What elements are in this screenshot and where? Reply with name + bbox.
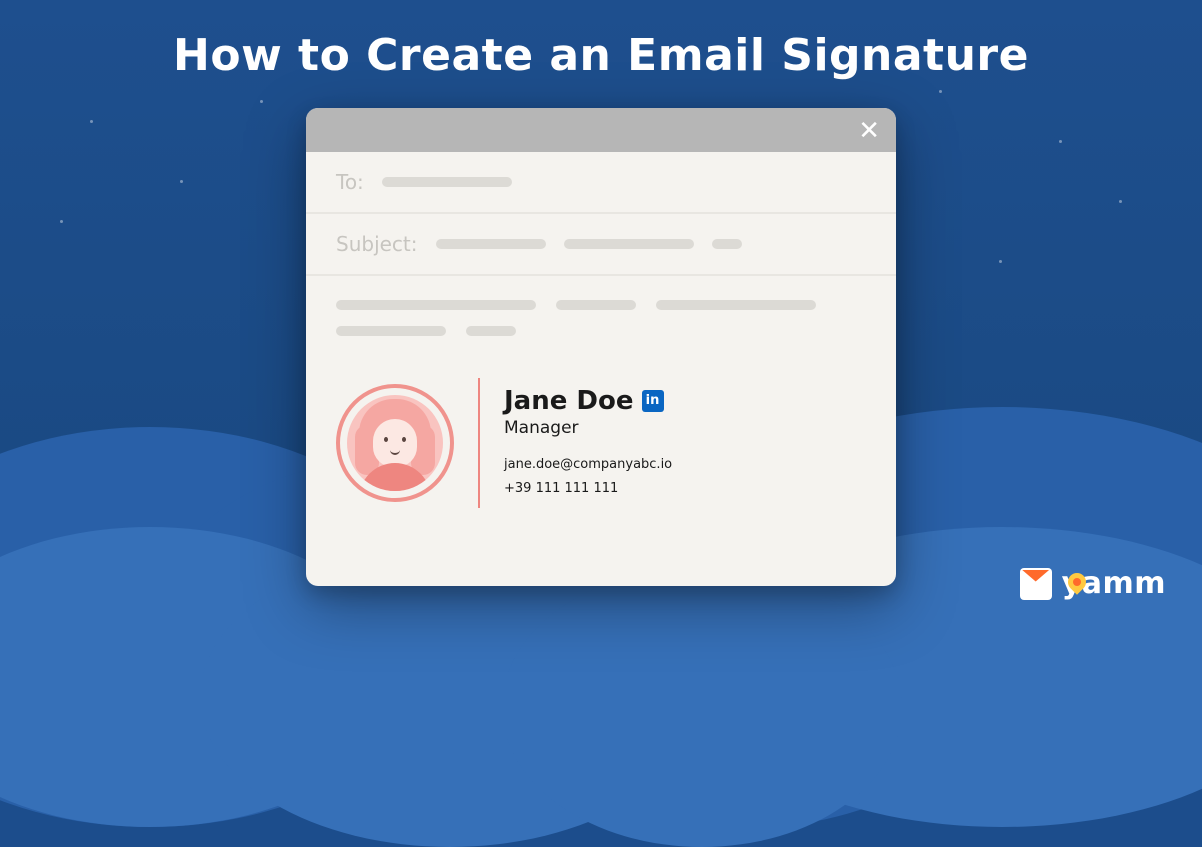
email-signature: Jane Doe in Manager jane.doe@companyabc.… <box>306 368 896 528</box>
compose-body <box>306 276 896 368</box>
star <box>1059 140 1062 143</box>
star <box>939 90 942 93</box>
envelope-icon <box>1020 568 1052 600</box>
page-title: How to Create an Email Signature <box>0 30 1202 81</box>
avatar-ring <box>336 384 454 502</box>
subject-row: Subject: <box>306 214 896 276</box>
window-titlebar: ✕ <box>306 108 896 152</box>
placeholder-bar <box>656 300 816 310</box>
brand-logo: yamm <box>1020 566 1166 601</box>
signature-email: jane.doe@companyabc.io <box>504 454 672 476</box>
placeholder-bar <box>564 239 694 249</box>
placeholder-bar <box>336 326 446 336</box>
placeholder-bar <box>382 177 512 187</box>
placeholder-bar <box>556 300 636 310</box>
signature-phone: +39 111 111 111 <box>504 478 672 500</box>
pin-icon <box>1068 573 1086 597</box>
star <box>1119 200 1122 203</box>
placeholder-bar <box>466 326 516 336</box>
close-icon[interactable]: ✕ <box>858 116 880 146</box>
to-row: To: <box>306 152 896 214</box>
subject-label: Subject: <box>336 232 418 256</box>
divider <box>478 378 480 508</box>
to-label: To: <box>336 170 364 194</box>
signature-name: Jane Doe <box>504 386 634 416</box>
cloud <box>502 567 902 847</box>
avatar <box>347 395 443 491</box>
star <box>60 220 63 223</box>
star <box>90 120 93 123</box>
star <box>180 180 183 183</box>
placeholder-bar <box>336 300 536 310</box>
compose-window: ✕ To: Subject: <box>306 108 896 586</box>
linkedin-icon[interactable]: in <box>642 390 664 412</box>
star <box>260 100 263 103</box>
signature-info: Jane Doe in Manager jane.doe@companyabc.… <box>504 386 672 500</box>
star <box>999 260 1002 263</box>
placeholder-bar <box>712 239 742 249</box>
signature-role: Manager <box>504 418 672 438</box>
placeholder-bar <box>436 239 546 249</box>
